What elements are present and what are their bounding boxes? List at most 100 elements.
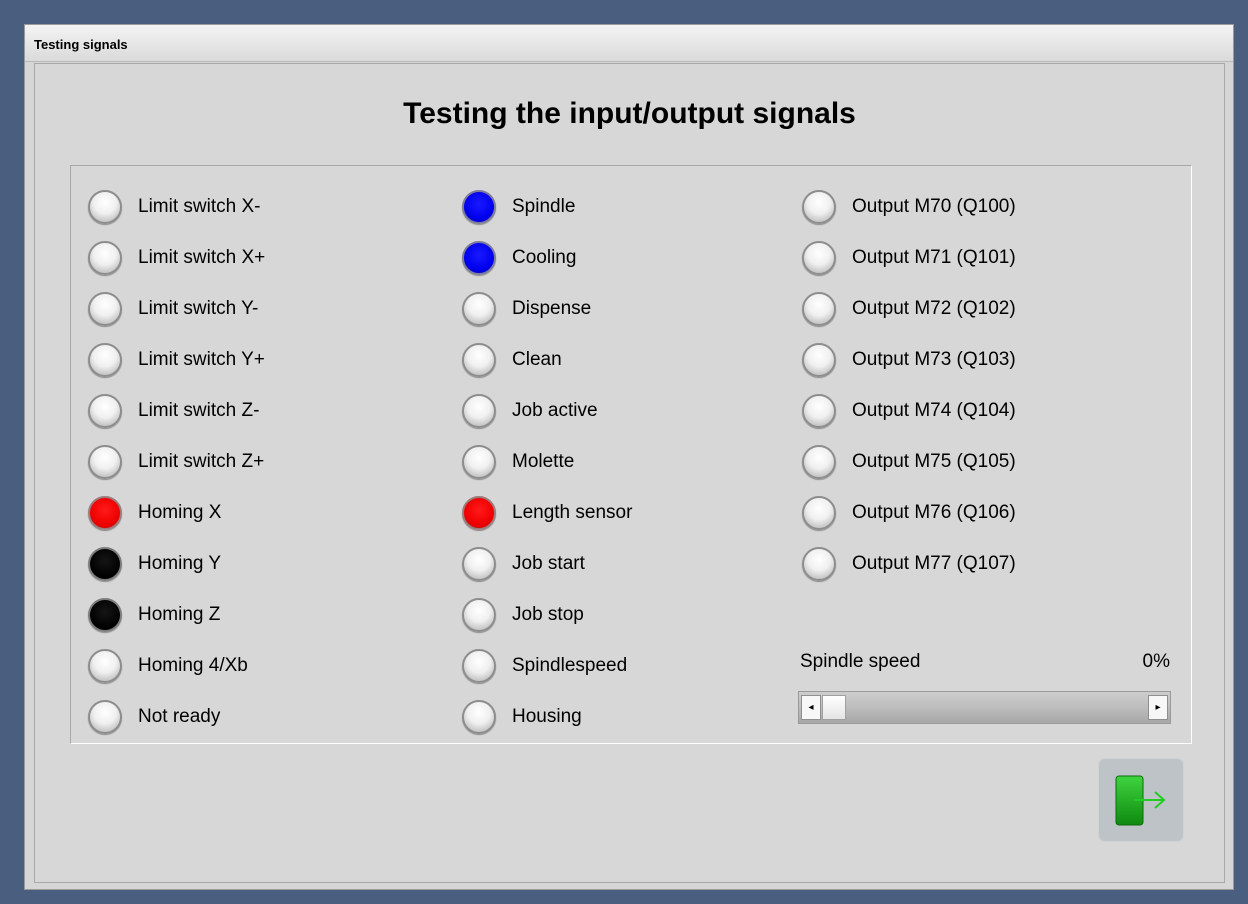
signal-label: Output M77 (Q107)	[852, 552, 1016, 574]
signal-label: Limit switch X+	[138, 246, 266, 268]
slider-left-arrow-icon[interactable]: ◂	[801, 695, 821, 720]
signal-label: Homing X	[138, 501, 222, 523]
signal-label: Not ready	[138, 705, 221, 727]
signal-label: Output M73 (Q103)	[852, 348, 1016, 370]
signal-row: Housing	[462, 691, 632, 742]
signal-row: Job stop	[462, 589, 632, 640]
signal-led-indicator	[462, 393, 496, 428]
output-signals-column[interactable]: Output M70 (Q100) Output M71 (Q101) Output…	[802, 181, 1016, 589]
slider-thumb[interactable]	[822, 695, 846, 720]
signal-label: Output M71 (Q101)	[852, 246, 1016, 268]
signal-label: Dispense	[512, 297, 592, 319]
signal-row: Job start	[462, 538, 632, 589]
input-signals-column: Limit switch X- Limit switch X+ Limit swit…	[88, 181, 265, 742]
signal-led-indicator	[462, 495, 496, 530]
page-title: Testing the input/output signals	[403, 97, 856, 130]
signal-led-indicator[interactable]	[802, 546, 836, 581]
signal-led-indicator	[88, 291, 122, 326]
signal-led-indicator	[88, 648, 122, 683]
signal-row: Length sensor	[462, 487, 632, 538]
signal-row: Job active	[462, 385, 632, 436]
signal-row: Limit switch Y-	[88, 283, 265, 334]
signal-led-indicator	[88, 393, 122, 428]
signal-label: Job stop	[512, 603, 584, 625]
signal-row: Limit switch Y+	[88, 334, 265, 385]
signal-row: Spindlespeed	[462, 640, 632, 691]
signal-led-indicator	[462, 240, 496, 275]
signal-led-indicator	[88, 597, 122, 632]
signal-row[interactable]: Output M74 (Q104)	[802, 385, 1016, 436]
signal-led-indicator	[88, 189, 122, 224]
signal-led-indicator	[462, 699, 496, 734]
signal-label: Job active	[512, 399, 598, 421]
spindle-speed-slider[interactable]: ◂ ▸	[798, 691, 1171, 724]
signal-led-indicator	[88, 546, 122, 581]
signal-row: Limit switch X+	[88, 232, 265, 283]
signal-row[interactable]: Output M72 (Q102)	[802, 283, 1016, 334]
signal-row[interactable]: Output M77 (Q107)	[802, 538, 1016, 589]
signal-led-indicator[interactable]	[802, 393, 836, 428]
exit-button[interactable]	[1098, 758, 1184, 842]
signal-label: Limit switch Y+	[138, 348, 265, 370]
signal-label: Limit switch X-	[138, 195, 261, 217]
signal-led-indicator	[88, 444, 122, 479]
signal-led-indicator	[462, 546, 496, 581]
spindle-speed-value: 0%	[1142, 651, 1170, 672]
signal-row[interactable]: Output M73 (Q103)	[802, 334, 1016, 385]
signal-row: Homing X	[88, 487, 265, 538]
window-client-area: Testing the input/output signals Limit s…	[34, 63, 1225, 883]
signal-led-indicator[interactable]	[802, 189, 836, 224]
signal-led-indicator[interactable]	[802, 291, 836, 326]
signal-label: Homing 4/Xb	[138, 654, 248, 676]
signal-label: Job start	[512, 552, 585, 574]
signal-label: Clean	[512, 348, 562, 370]
signal-label: Output M72 (Q102)	[852, 297, 1016, 319]
exit-door-arrow-icon	[1115, 775, 1166, 826]
signal-led-indicator	[462, 291, 496, 326]
signal-label: Limit switch Z+	[138, 450, 265, 472]
spindle-speed-row: Spindle speed 0%	[800, 651, 1170, 675]
signal-label: Limit switch Z-	[138, 399, 260, 421]
signal-label: Spindlespeed	[512, 654, 628, 676]
signal-row: Limit switch X-	[88, 181, 265, 232]
signal-row: Clean	[462, 334, 632, 385]
signal-led-indicator[interactable]	[802, 240, 836, 275]
signal-led-indicator[interactable]	[802, 444, 836, 479]
signal-row: Spindle	[462, 181, 632, 232]
signal-label: Homing Z	[138, 603, 221, 625]
signal-row: Homing Y	[88, 538, 265, 589]
signal-row[interactable]: Output M71 (Q101)	[802, 232, 1016, 283]
signal-led-indicator	[88, 240, 122, 275]
signal-row: Limit switch Z+	[88, 436, 265, 487]
signal-row[interactable]: Output M75 (Q105)	[802, 436, 1016, 487]
signal-led-indicator	[462, 342, 496, 377]
signal-row: Limit switch Z-	[88, 385, 265, 436]
signal-led-indicator	[88, 699, 122, 734]
signal-row: Cooling	[462, 232, 632, 283]
signal-label: Cooling	[512, 246, 577, 268]
signal-led-indicator	[462, 648, 496, 683]
signal-row[interactable]: Output M70 (Q100)	[802, 181, 1016, 232]
signal-label: Output M74 (Q104)	[852, 399, 1016, 421]
signal-led-indicator	[462, 597, 496, 632]
signal-label: Output M75 (Q105)	[852, 450, 1016, 472]
signal-led-indicator[interactable]	[802, 342, 836, 377]
signal-label: Housing	[512, 705, 582, 727]
function-signals-column: Spindle Cooling Dispense Clean Job active Mol…	[462, 181, 632, 742]
signal-led-indicator[interactable]	[802, 495, 836, 530]
signal-row: Homing 4/Xb	[88, 640, 265, 691]
signal-led-indicator	[462, 444, 496, 479]
slider-right-arrow-icon[interactable]: ▸	[1148, 695, 1168, 720]
signal-led-indicator	[462, 189, 496, 224]
signals-panel: Limit switch X- Limit switch X+ Limit swit…	[70, 165, 1192, 744]
signal-row: Not ready	[88, 691, 265, 742]
signal-row[interactable]: Output M76 (Q106)	[802, 487, 1016, 538]
window-title: Testing signals	[34, 37, 128, 52]
signal-label: Limit switch Y-	[138, 297, 259, 319]
spindle-speed-label: Spindle speed	[800, 651, 921, 672]
signal-label: Length sensor	[512, 501, 633, 523]
signal-label: Spindle	[512, 195, 576, 217]
signal-row: Dispense	[462, 283, 632, 334]
window-titlebar[interactable]: Testing signals	[25, 25, 1233, 62]
signal-label: Molette	[512, 450, 575, 472]
